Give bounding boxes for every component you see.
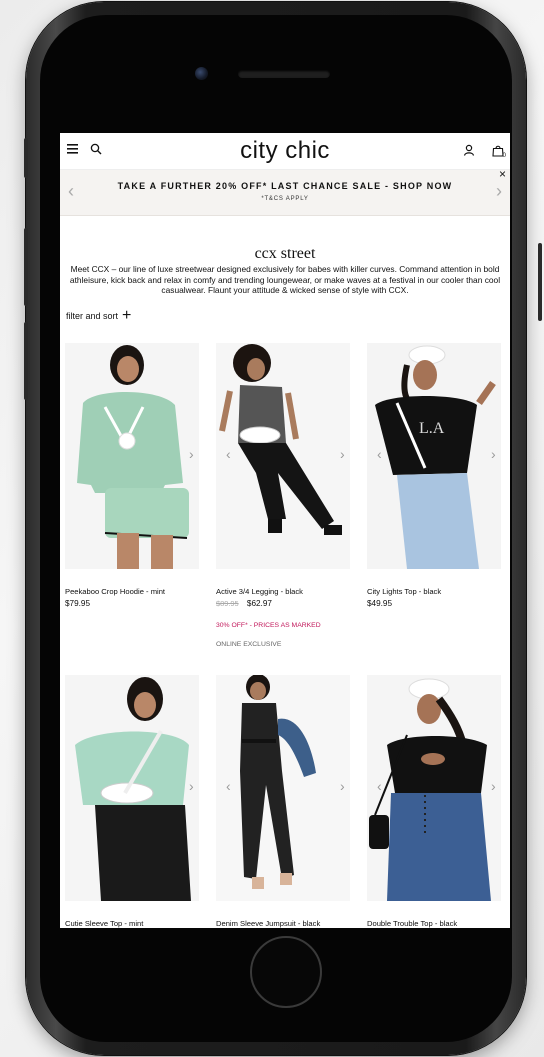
volume-down-button [24,322,28,400]
promo-banner[interactable]: ‹ TAKE A FURTHER 20% OFF* LAST CHANCE SA… [60,167,510,216]
price-value: $49.95 [367,599,393,608]
product-image[interactable]: L.A [367,343,501,569]
online-exclusive-badge: ONLINE EXCLUSIVE [216,641,282,648]
page-title: ccx street [254,245,316,262]
shopping-bag-icon[interactable]: 0 [490,142,506,159]
product-image[interactable] [216,675,350,901]
product-name[interactable]: City Lights Top - black [367,587,507,596]
brand-logo[interactable]: city chic [60,137,510,165]
power-button [538,243,542,321]
category-description: Meet CCX – our line of luxe streetwear d… [69,264,501,295]
promo-banner-subtext[interactable]: *T&CS APPLY [90,196,480,202]
earpiece-speaker [238,70,330,78]
original-price: $89.95 [216,599,239,608]
price-value: $79.95 [65,599,91,608]
filter-sort-label: filter and sort [66,311,119,321]
bag-count-badge: 0 [502,153,506,159]
volume-up-button [24,228,28,306]
product-image[interactable] [216,343,350,569]
chevron-right-icon[interactable]: › [340,446,345,462]
chevron-right-icon[interactable]: › [189,778,194,794]
mute-switch [24,138,28,178]
product-name[interactable]: Double Trouble Top - black [367,919,507,928]
chevron-right-icon[interactable]: › [496,181,502,202]
filter-sort-button[interactable]: filter and sort + [66,307,132,324]
product-image[interactable] [65,675,199,901]
close-icon[interactable]: × [499,167,506,181]
product-name[interactable]: Denim Sleeve Jumpsuit - black [216,919,356,928]
promo-banner-text[interactable]: TAKE A FURTHER 20% OFF* LAST CHANCE SALE… [90,181,480,191]
product-image[interactable] [367,675,501,901]
screen: city chic 0 ‹ TAKE A FURTHER 20% OFF* LA… [60,133,510,928]
chevron-right-icon[interactable]: › [491,778,496,794]
chevron-left-icon[interactable]: ‹ [226,446,231,462]
chevron-right-icon[interactable]: › [491,446,496,462]
product-name[interactable]: Peekaboo Crop Hoodie - mint [65,587,205,596]
chevron-left-icon[interactable]: ‹ [377,778,382,794]
product-price: $89.95 $62.97 [216,599,272,608]
front-camera [195,67,208,80]
promo-tag: 30% OFF* - PRICES AS MARKED [216,622,321,629]
top-nav-bar: city chic 0 [60,133,510,170]
svg-text:L.A: L.A [419,420,445,437]
user-icon[interactable] [462,143,476,157]
sale-price: $62.97 [246,599,272,608]
product-name[interactable]: Cutie Sleeve Top - mint [65,919,205,928]
chevron-right-icon[interactable]: › [189,446,194,462]
product-image[interactable] [65,343,199,569]
product-price: $49.95 [367,599,392,608]
chevron-left-icon[interactable]: ‹ [377,446,382,462]
product-name[interactable]: Active 3/4 Legging - black [216,587,356,596]
chevron-left-icon[interactable]: ‹ [68,181,74,202]
chevron-right-icon[interactable]: › [340,778,345,794]
home-button[interactable] [250,936,322,1008]
product-price: $79.95 [65,599,90,608]
chevron-left-icon[interactable]: ‹ [226,778,231,794]
plus-icon: + [122,307,132,324]
